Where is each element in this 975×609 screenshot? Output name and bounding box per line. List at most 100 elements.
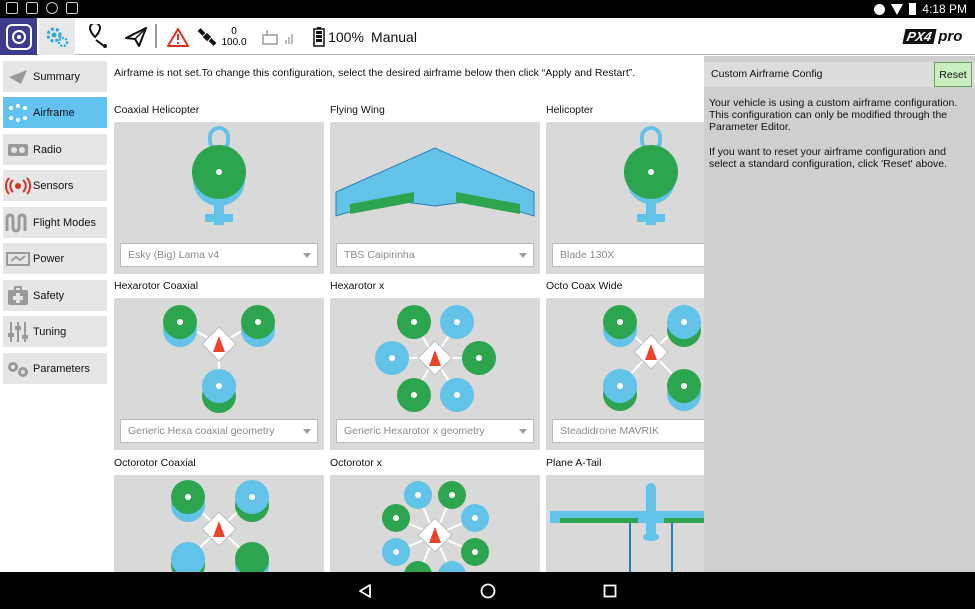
airframe-select[interactable]: Steadidrone MAVRIK <box>552 419 704 443</box>
rc-rssi-indicator[interactable] <box>260 18 298 55</box>
airframe-select-value: Esky (Big) Lama v4 <box>128 249 220 261</box>
sidebar-item-airframe[interactable]: Airframe <box>3 97 107 128</box>
chevron-down-icon <box>519 429 527 434</box>
airframe-select[interactable]: Blade 130X <box>552 243 704 267</box>
home-button[interactable] <box>477 580 499 602</box>
airframe-card[interactable] <box>114 475 324 572</box>
paper-plane-icon <box>3 61 33 92</box>
plane-a-tail-image <box>550 483 704 572</box>
sidebar-item-power[interactable]: Power <box>3 243 107 274</box>
gps-hdop: 100.0 <box>221 36 247 48</box>
mail-icon <box>26 2 38 14</box>
notification-icon <box>6 2 18 14</box>
paper-plane-icon <box>125 26 147 47</box>
coaxial-helicopter-image <box>192 126 246 225</box>
airframe-title: Octo Coax Wide <box>546 280 623 292</box>
sidebar-item-label: Tuning <box>33 325 67 338</box>
sidebar-item-label: Flight Modes <box>33 216 96 229</box>
battery-status-icon <box>909 3 917 15</box>
airframe-title: Octorotor Coaxial <box>114 457 196 469</box>
recents-icon <box>603 584 617 598</box>
app-menu-button[interactable] <box>0 18 37 55</box>
circle-icon <box>46 2 58 14</box>
qgc-logo-icon <box>5 23 32 50</box>
android-icon <box>66 2 78 14</box>
gear-icon <box>46 27 69 47</box>
recents-button[interactable] <box>599 580 621 602</box>
battery-indicator[interactable] <box>310 18 328 55</box>
hexarotor-x-image <box>375 305 496 412</box>
airframe-icon <box>3 97 33 128</box>
navigation-bar <box>0 572 975 609</box>
toolbar-divider <box>155 24 157 48</box>
airframe-title: Octorotor x <box>330 457 382 469</box>
plan-view-button[interactable] <box>82 18 112 55</box>
sidebar-item-tuning[interactable]: Tuning <box>3 316 107 347</box>
octo-coax-wide-image <box>603 305 701 411</box>
airframe-select-value: Generic Hexarotor x geometry <box>344 425 485 437</box>
airframe-card[interactable] <box>330 475 540 572</box>
helicopter-image <box>624 126 678 225</box>
airframe-card[interactable] <box>546 475 704 572</box>
airframe-notice: Airframe is not set.To change this confi… <box>114 67 636 79</box>
airframe-select-value: Steadidrone MAVRIK <box>560 425 660 437</box>
hexarotor-coaxial-image <box>163 305 275 413</box>
custom-airframe-panel: Custom Airframe Config Reset Your vehicl… <box>704 56 975 572</box>
gps-readout: 0 100.0 <box>219 18 249 55</box>
px4-pro-logo: PX4 pro <box>895 18 971 55</box>
airframe-select[interactable]: TBS Caipirinha <box>336 243 534 267</box>
reset-instructions: If you want to reset your airframe confi… <box>709 146 948 170</box>
setup-sidebar: Summary Airframe Radio Sensors Flight Mo… <box>0 56 110 572</box>
sensors-icon <box>3 170 33 201</box>
airframe-select[interactable]: Generic Hexarotor x geometry <box>336 419 534 443</box>
sidebar-item-label: Sensors <box>33 179 74 192</box>
airframe-card[interactable]: Generic Hexarotor x geometry <box>330 298 540 450</box>
home-icon <box>480 583 496 599</box>
toolbar: 0 100.0 100% Manual PX4 pro <box>0 18 975 55</box>
airframe-title: Hexarotor x <box>330 280 385 292</box>
sidebar-item-sensors[interactable]: Sensors <box>3 170 107 201</box>
chevron-down-icon <box>303 429 311 434</box>
octorotor-x-image <box>382 481 489 572</box>
sidebar-item-safety[interactable]: Safety <box>3 280 107 311</box>
airframe-card[interactable]: Generic Hexa coaxial geometry <box>114 298 324 450</box>
sidebar-item-radio[interactable]: Radio <box>3 134 107 165</box>
airframe-card[interactable]: Blade 130X <box>546 122 704 274</box>
fly-view-button[interactable] <box>120 18 152 55</box>
airframe-select[interactable]: Generic Hexa coaxial geometry <box>120 419 318 443</box>
airframe-card[interactable]: Esky (Big) Lama v4 <box>114 122 324 274</box>
rc-transmitter-icon <box>262 29 293 45</box>
flight-modes-icon <box>3 207 33 238</box>
sidebar-item-summary[interactable]: Summary <box>3 61 107 92</box>
flight-mode-selector[interactable]: Manual <box>370 18 418 55</box>
settings-view-button[interactable] <box>39 18 75 55</box>
airframe-title: Flying Wing <box>330 104 385 116</box>
sidebar-item-label: Parameters <box>33 362 90 375</box>
back-button[interactable] <box>354 580 376 602</box>
battery-percent: 100% <box>328 28 364 45</box>
parameters-icon <box>3 353 33 384</box>
messages-indicator[interactable] <box>165 18 191 55</box>
sidebar-item-parameters[interactable]: Parameters <box>3 353 107 384</box>
sidebar-item-label: Summary <box>33 70 81 83</box>
airframe-card[interactable]: Steadidrone MAVRIK <box>546 298 704 450</box>
battery-icon <box>313 26 325 47</box>
sidebar-item-label: Radio <box>33 143 62 156</box>
waypoint-icon <box>88 23 107 48</box>
airframe-card[interactable]: TBS Caipirinha <box>330 122 540 274</box>
gps-indicator[interactable] <box>196 18 218 55</box>
sidebar-item-flight-modes[interactable]: Flight Modes <box>3 207 107 238</box>
back-icon <box>359 584 371 598</box>
wifi-icon <box>891 3 904 15</box>
airframe-select-value: Blade 130X <box>560 249 615 261</box>
satellite-icon <box>197 27 217 46</box>
custom-airframe-description: Your vehicle is using a custom airframe … <box>709 97 958 133</box>
power-icon <box>3 243 33 274</box>
warning-icon <box>167 27 189 47</box>
airframe-select[interactable]: Esky (Big) Lama v4 <box>120 243 318 267</box>
octorotor-coaxial-image <box>171 480 269 572</box>
airframe-title: Plane A-Tail <box>546 457 602 469</box>
reset-button[interactable]: Reset <box>934 62 972 87</box>
radio-icon <box>3 134 33 165</box>
airframe-title: Helicopter <box>546 104 594 116</box>
